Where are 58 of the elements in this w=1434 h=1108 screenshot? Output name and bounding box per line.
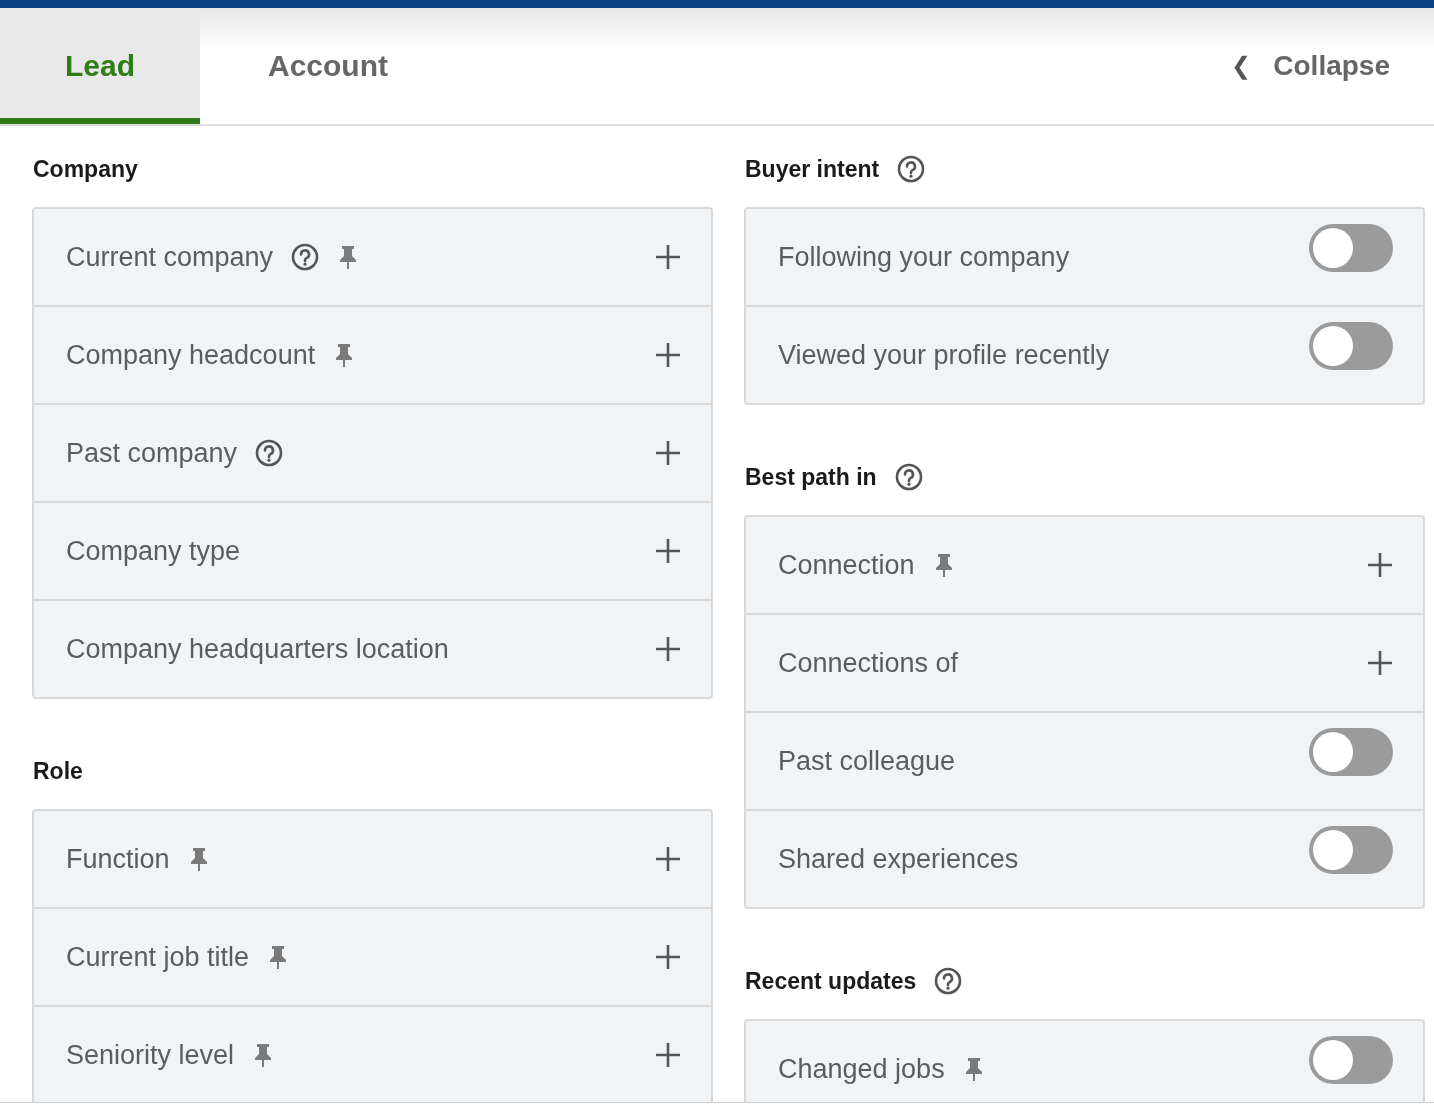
section-heading: Role [33,757,83,785]
filter-row[interactable]: Viewed your profile recently [746,305,1423,403]
filter-label: Shared experiences [778,843,1019,875]
help-icon[interactable] [934,967,963,995]
help-icon[interactable] [897,155,926,183]
plus-icon[interactable] [655,538,681,564]
collapse-button[interactable]: ❮ Collapse [1231,8,1434,124]
section-heading: Recent updates [745,967,917,995]
filter-row[interactable]: Past colleague [746,711,1423,809]
plus-icon[interactable] [655,342,681,368]
filter-label: Seniority level [66,1039,235,1071]
filter-row[interactable]: Current job title [34,907,711,1005]
filter-label: Changed jobs [778,1053,945,1085]
filter-label: Current company [66,241,274,273]
plus-icon[interactable] [1367,552,1393,578]
filter-row[interactable]: Company headquarters location [34,599,711,697]
filter-label: Current job title [66,941,250,973]
plus-icon[interactable] [655,636,681,662]
toggle-switch[interactable] [1309,224,1393,272]
filter-row[interactable]: Changed jobs [746,1021,1423,1102]
filter-label: Connection [778,549,915,581]
filter-label: Function [66,843,170,875]
help-icon[interactable] [291,243,320,271]
filter-row[interactable]: Company headcount [34,305,711,403]
section-heading: Buyer intent [745,155,880,183]
tab[interactable]: Account [200,8,456,124]
help-icon[interactable] [255,439,284,467]
filter-label: Past company [66,437,238,469]
toggle-switch[interactable] [1309,728,1393,776]
plus-icon[interactable] [655,846,681,872]
toggle-switch[interactable] [1309,322,1393,370]
filter-row[interactable]: Function [34,811,711,907]
filter-row[interactable]: Connections of [746,613,1423,711]
toggle-switch[interactable] [1309,826,1393,874]
plus-icon[interactable] [655,244,681,270]
plus-icon[interactable] [655,440,681,466]
plus-icon[interactable] [655,1042,681,1068]
plus-icon[interactable] [655,944,681,970]
toggle-switch[interactable] [1309,1036,1393,1084]
filter-row[interactable]: Following your company [746,209,1423,305]
filter-label: Company headcount [66,339,316,371]
section-heading: Best path in [745,463,877,491]
filter-row[interactable]: Current company [34,209,711,305]
filter-row[interactable]: Company type [34,501,711,599]
filter-label: Connections of [778,647,959,679]
filter-label: Past colleague [778,745,956,777]
filter-label: Company headquarters location [66,633,449,665]
filter-label: Company type [66,535,241,567]
plus-icon[interactable] [1367,650,1393,676]
help-icon[interactable] [894,463,923,491]
chevron-left-icon: ❮ [1231,52,1252,80]
filter-label: Following your company [778,241,1070,273]
section-heading: Company [33,155,138,183]
filter-row[interactable]: Seniority level [34,1005,711,1102]
filter-row[interactable]: Shared experiences [746,809,1423,907]
filter-label: Viewed your profile recently [778,339,1110,371]
filter-row[interactable]: Past company [34,403,711,501]
filter-row[interactable]: Connection [746,517,1423,613]
